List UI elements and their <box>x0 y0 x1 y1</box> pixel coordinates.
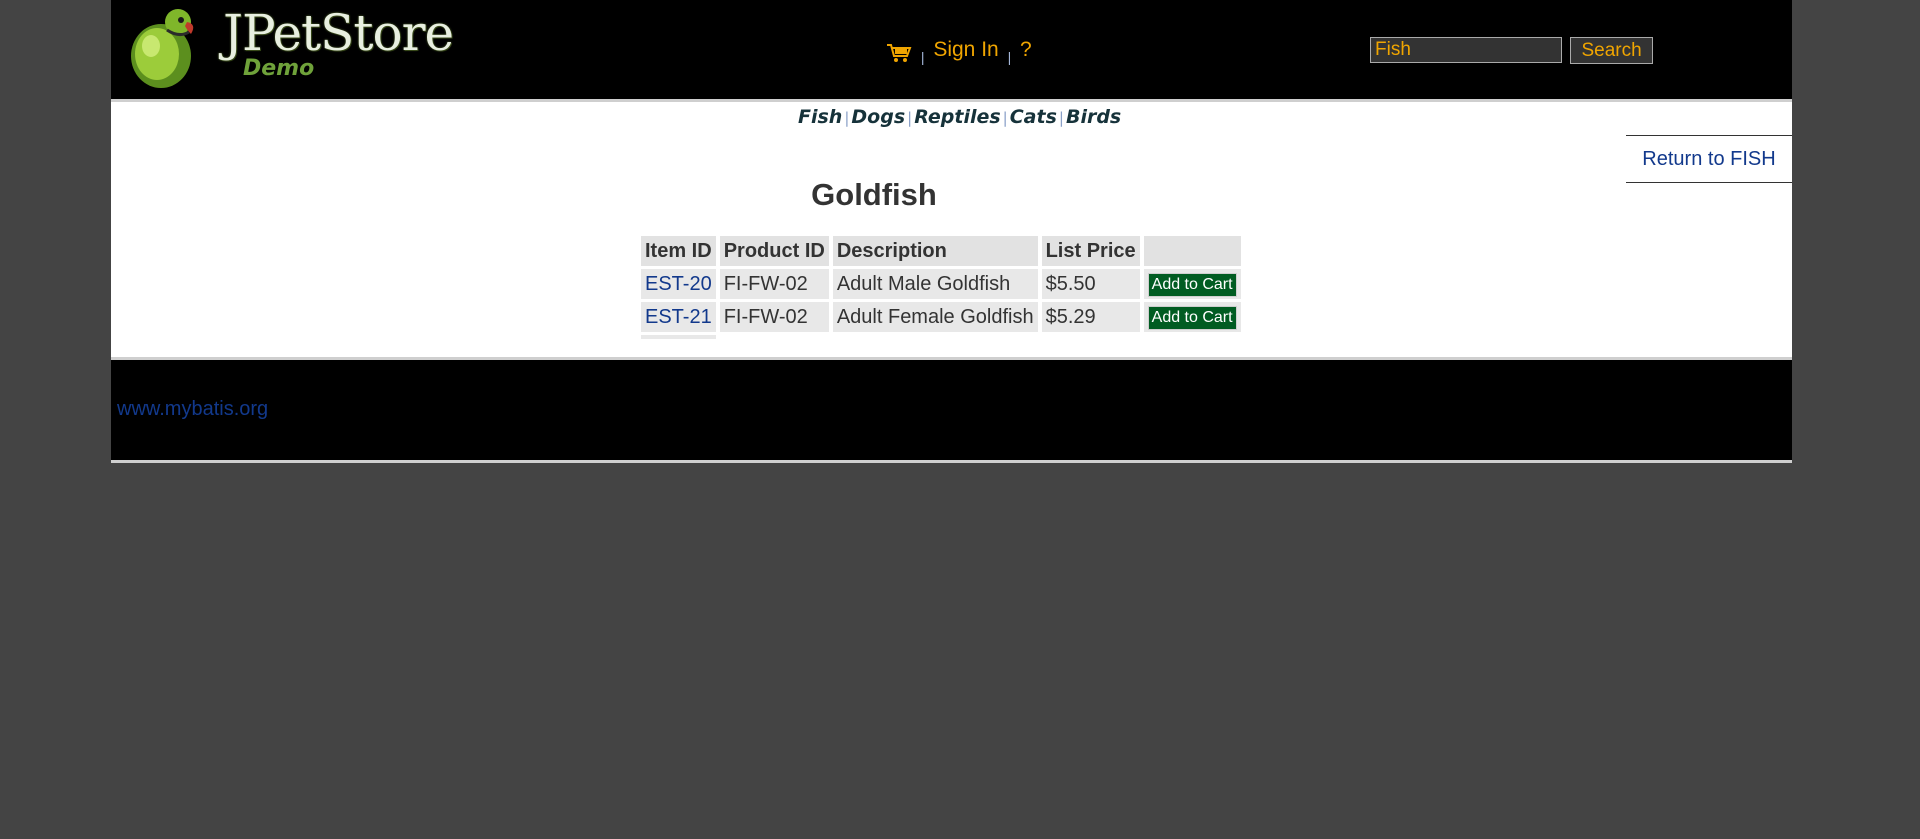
table-footer-row <box>641 335 1241 339</box>
product-id-cell: FI-FW-02 <box>719 302 829 332</box>
quicklink-birds[interactable]: Birds <box>1066 106 1121 128</box>
column-header-description: Description <box>832 236 1038 266</box>
item-id-cell: EST-21 <box>641 302 716 332</box>
column-header-product-id: Product ID <box>719 236 829 266</box>
item-id-link[interactable]: EST-21 <box>645 306 712 328</box>
table-footer-cell <box>641 335 716 339</box>
logo[interactable]: JPetStore Demo <box>123 4 454 90</box>
action-cell: Add to Cart <box>1143 302 1241 332</box>
add-to-cart-button[interactable]: Add to Cart <box>1147 272 1237 297</box>
column-header-action <box>1143 236 1241 266</box>
item-id-link[interactable]: EST-20 <box>645 273 712 295</box>
item-id-cell: EST-20 <box>641 269 716 299</box>
mybatis-link[interactable]: www.mybatis.org <box>117 398 268 421</box>
search-button[interactable]: Search <box>1570 37 1653 64</box>
column-header-item-id: Item ID <box>641 236 716 266</box>
back-link-box: Return to FISH <box>1626 135 1792 183</box>
quicklink-cats[interactable]: Cats <box>1010 106 1057 128</box>
table-row: EST-20 FI-FW-02 Adult Male Goldfish $5.5… <box>641 269 1241 299</box>
quicklink-separator: | <box>1058 109 1064 127</box>
shopping-cart-icon[interactable] <box>886 42 912 64</box>
table-footer-cell <box>832 335 1038 339</box>
item-table: Item ID Product ID Description List Pric… <box>637 233 1245 342</box>
table-footer-cell <box>719 335 829 339</box>
header: JPetStore Demo | Sign In | ? Search <box>111 0 1792 99</box>
column-header-list-price: List Price <box>1041 236 1140 266</box>
category-quicklinks: Fish | Dogs | Reptiles | Cats | Birds <box>798 106 1121 128</box>
table-footer-cell <box>1143 335 1241 339</box>
quicklink-fish[interactable]: Fish <box>798 106 842 128</box>
content: Fish | Dogs | Reptiles | Cats | Birds Return to … <box>111 102 1792 357</box>
footer: www.mybatis.org <box>111 360 1792 460</box>
quicklink-dogs[interactable]: Dogs <box>851 106 905 128</box>
price-cell: $5.50 <box>1041 269 1140 299</box>
description-cell: Adult Male Goldfish <box>832 269 1038 299</box>
logo-subtitle: Demo <box>243 56 315 81</box>
table-header-row: Item ID Product ID Description List Pric… <box>641 236 1241 266</box>
return-to-fish-link[interactable]: Return to FISH <box>1642 148 1775 170</box>
search-input[interactable] <box>1370 37 1562 63</box>
page-title: Goldfish <box>811 177 937 212</box>
parrot-logo-icon <box>131 9 194 88</box>
product-id-cell: FI-FW-02 <box>719 269 829 299</box>
sign-in-link[interactable]: Sign In <box>933 38 998 61</box>
logo-title: JPetStore <box>223 4 454 62</box>
quicklink-reptiles[interactable]: Reptiles <box>914 106 1000 128</box>
add-to-cart-button[interactable]: Add to Cart <box>1147 305 1237 330</box>
action-cell: Add to Cart <box>1143 269 1241 299</box>
price-cell: $5.29 <box>1041 302 1140 332</box>
menu-separator: | <box>1007 49 1012 65</box>
header-menu: | Sign In | ? <box>886 38 1032 65</box>
description-cell: Adult Female Goldfish <box>832 302 1038 332</box>
table-row: EST-21 FI-FW-02 Adult Female Goldfish $5… <box>641 302 1241 332</box>
page-wrapper: JPetStore Demo | Sign In | ? Search Fish… <box>111 0 1792 463</box>
quicklink-separator: | <box>844 109 850 127</box>
quicklink-separator: | <box>907 109 913 127</box>
menu-separator: | <box>920 49 925 65</box>
footer-divider-bottom <box>111 460 1792 463</box>
help-link[interactable]: ? <box>1020 38 1032 61</box>
table-footer-cell <box>1041 335 1140 339</box>
search-form: Search <box>1370 37 1653 64</box>
quicklink-separator: | <box>1002 109 1008 127</box>
